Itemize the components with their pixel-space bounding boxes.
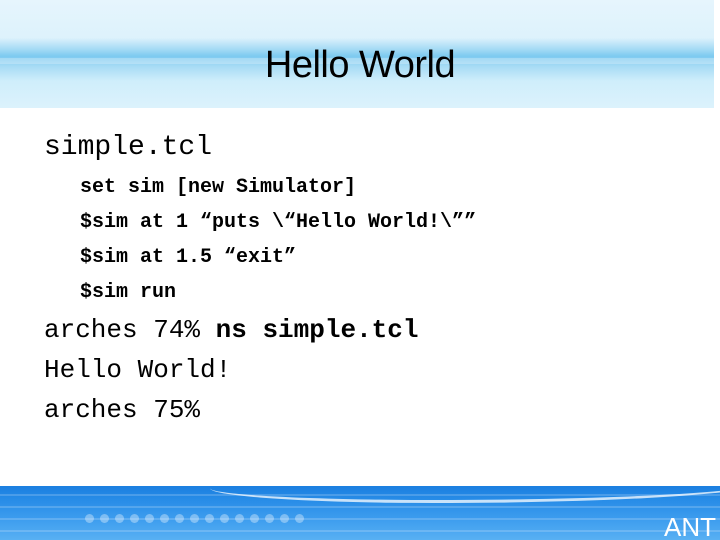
code-line: $sim run bbox=[80, 281, 177, 304]
footer-logo: ANT bbox=[664, 512, 716, 540]
slide-footer: ANT bbox=[0, 486, 720, 540]
dots-decoration bbox=[85, 514, 304, 523]
file-label: simple.tcl bbox=[44, 132, 213, 163]
slide-title: Hello World bbox=[264, 44, 456, 86]
shell-prompt: arches 74% bbox=[44, 315, 216, 345]
swoosh-decoration bbox=[210, 486, 720, 503]
code-line: $sim at 1 “puts \“Hello World!\”” bbox=[80, 211, 477, 234]
terminal-output: Hello World! bbox=[44, 355, 232, 385]
shell-command: ns simple.tcl bbox=[215, 315, 419, 345]
code-line: set sim [new Simulator] bbox=[80, 176, 357, 199]
code-line: $sim at 1.5 “exit” bbox=[80, 246, 297, 269]
shell-prompt: arches 75% bbox=[44, 395, 201, 425]
terminal-line: arches 74% ns simple.tcl bbox=[44, 315, 418, 345]
